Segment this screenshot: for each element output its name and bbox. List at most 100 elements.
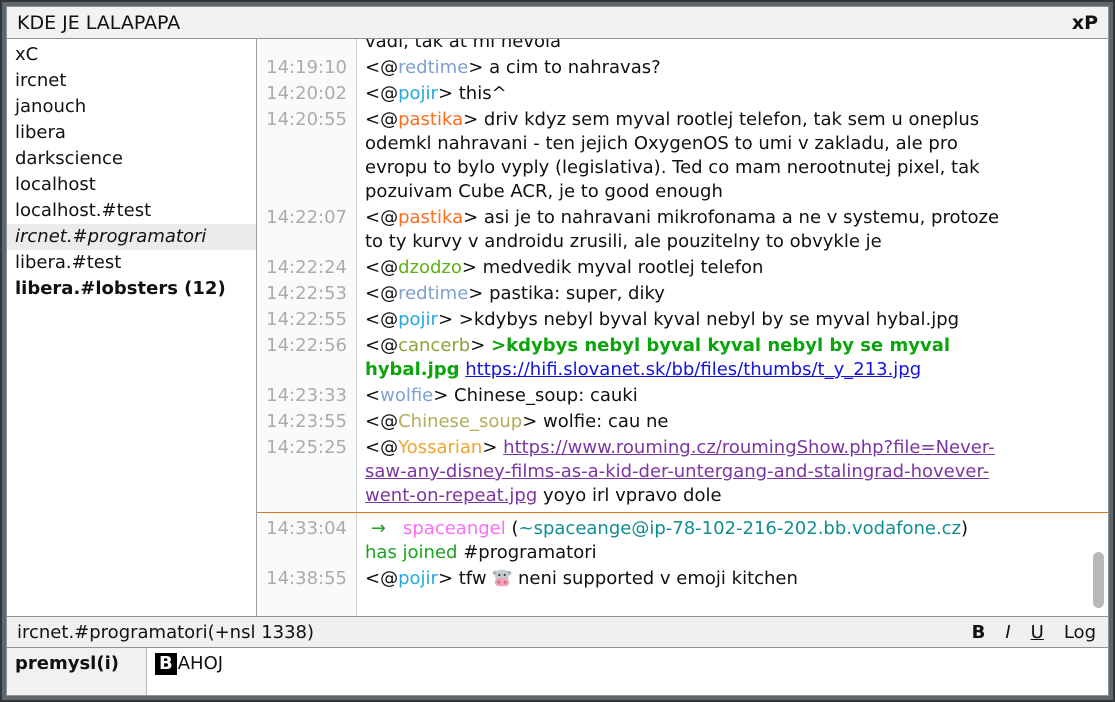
- channel-item-ircnet[interactable]: ircnet: [7, 68, 256, 94]
- message-body: → spaceangel (~spaceange@ip-78-102-216-2…: [357, 517, 1108, 565]
- timestamp: 14:38:55: [257, 567, 357, 591]
- message-text: #programatori: [457, 542, 596, 563]
- scrollbar-thumb[interactable]: [1093, 552, 1104, 608]
- message-text: ): [961, 518, 968, 539]
- message-input[interactable]: BAHOJ: [147, 648, 1108, 695]
- message-body: <@pojir> >kdybys nebyl byval kyval nebyl…: [357, 308, 1108, 332]
- bold-control-char: B: [155, 653, 177, 675]
- message-body: <@redtime> a cim to nahravas?: [357, 56, 1108, 80]
- nick-cancerb: cancerb: [398, 335, 470, 356]
- timestamp: 14:33:04: [257, 517, 357, 565]
- irc-client-window: KDE JE LALAPAPA xP xCircnetjanouchlibera…: [6, 6, 1109, 696]
- message-body: <@cancerb> >kdybys nebyl byval kyval neb…: [357, 334, 1108, 382]
- chat-message: 14:22:24<@dzodzo> medvedik myval rootlej…: [257, 256, 1108, 280]
- message-body: <@pastika> asi je to nahravani mikrofona…: [357, 206, 1108, 254]
- timestamp: 14:22:24: [257, 256, 357, 280]
- input-text: AHOJ: [178, 653, 223, 674]
- message-text: >: [470, 335, 491, 356]
- link-rouming[interactable]: saw-any-disney-films-as-a-kid-der-unterg…: [365, 461, 989, 482]
- nick-dzodzo: dzodzo: [398, 257, 462, 278]
- join-arrow-icon: →: [371, 518, 386, 539]
- channel-item-localhost[interactable]: localhost: [7, 172, 256, 198]
- nick-label: premysl(i): [7, 648, 147, 695]
- message-text: > >kdybys nebyl byval kyval nebyl by se …: [438, 309, 959, 330]
- timestamp: 14:20:02: [257, 82, 357, 106]
- channel-item-janouch[interactable]: janouch: [7, 94, 256, 120]
- message-text: to ty kurvy v androidu zrusili, ale pouz…: [365, 231, 882, 252]
- timestamp: 14:25:25: [257, 436, 357, 508]
- message-text: > driv kdyz sem myval rootlej telefon, t…: [463, 109, 979, 130]
- channel-item-xc[interactable]: xC: [7, 42, 256, 68]
- message-text: <@: [365, 568, 398, 589]
- message-text: >: [482, 437, 503, 458]
- chat-message: 14:38:55<@pojir> tfw neni supported v em…: [257, 567, 1108, 591]
- message-text: > this^: [438, 83, 507, 104]
- timestamp: 14:22:55: [257, 308, 357, 332]
- message-text: > medvedik myval rootlej telefon: [462, 257, 764, 278]
- message-body: <@pojir> tfw neni supported v emoji kitc…: [357, 567, 1108, 591]
- timestamp: 14:23:33: [257, 384, 357, 408]
- nick-yossarian: Yossarian: [398, 437, 482, 458]
- channel-item-darkscience[interactable]: darkscience: [7, 146, 256, 172]
- timestamp: 14:20:55: [257, 108, 357, 204]
- message-text: <@: [365, 257, 398, 278]
- nick-pojir: pojir: [398, 83, 438, 104]
- chat-message: 14:22:55<@pojir> >kdybys nebyl byval kyv…: [257, 308, 1108, 332]
- format-bold-button[interactable]: B: [972, 622, 986, 643]
- window-frame: KDE JE LALAPAPA xP xCircnetjanouchlibera…: [0, 0, 1115, 702]
- chat-message: 14:22:07<@pastika> asi je to nahravani m…: [257, 206, 1108, 254]
- format-italic-button[interactable]: I: [1005, 622, 1010, 643]
- nick-redtime: redtime: [398, 283, 468, 304]
- message-text: <@: [365, 335, 398, 356]
- message-text: <@: [365, 109, 398, 130]
- main-area: xCircnetjanouchliberadarksciencelocalhos…: [7, 39, 1108, 616]
- close-button[interactable]: xP: [1072, 12, 1098, 34]
- link-hifi-slovanet[interactable]: https://hifi.slovanet.sk/bb/files/thumbs…: [465, 359, 921, 380]
- message-text: <@: [365, 309, 398, 330]
- chat-message: 14:22:53<@redtime> pastika: super, diky: [257, 282, 1108, 306]
- message-text: > pastika: super, diky: [468, 283, 665, 304]
- message-body: <@Chinese_soup> wolfie: cau ne: [357, 410, 1108, 434]
- status-bar: ircnet.#programatori(+nsl 1338) BIULog: [7, 616, 1108, 647]
- window-title: KDE JE LALAPAPA: [17, 12, 1072, 34]
- message-body: <@redtime> pastika: super, diky: [357, 282, 1108, 306]
- message-body: <@pojir> this^: [357, 82, 1108, 106]
- unread-marker: [257, 512, 1108, 513]
- message-text: (: [506, 518, 519, 539]
- message-text: >kdybys nebyl byval kyval nebyl by se my…: [491, 335, 950, 356]
- format-underline-button[interactable]: U: [1031, 622, 1044, 643]
- channel-item-localhost-test[interactable]: localhost.#test: [7, 198, 256, 224]
- timestamp: 14:23:55: [257, 410, 357, 434]
- channel-item-libera-test[interactable]: libera.#test: [7, 250, 256, 276]
- message-body: <@Yossarian> https://www.rouming.cz/roum…: [357, 436, 1108, 508]
- nick-pastika: pastika: [398, 109, 463, 130]
- message-text: <@: [365, 207, 398, 228]
- cow-face-emoji: [492, 568, 512, 588]
- message-body: <wolfie> Chinese_soup: cauki: [357, 384, 1108, 408]
- log-button[interactable]: Log: [1064, 622, 1096, 643]
- message-text: > asi je to nahravani mikrofonama a ne v…: [463, 207, 999, 228]
- message-text: <@: [365, 411, 398, 432]
- message-body: <@dzodzo> medvedik myval rootlej telefon: [357, 256, 1108, 280]
- link-rouming[interactable]: went-on-repeat.jpg: [365, 485, 537, 506]
- message-text: > wolfie: cau ne: [522, 411, 668, 432]
- chat-message: 14:23:33<wolfie> Chinese_soup: cauki: [257, 384, 1108, 408]
- message-text: has joined: [365, 542, 457, 563]
- timestamp: 14:22:53: [257, 282, 357, 306]
- message-text: pozuivam Cube ACR, je to good enough: [365, 181, 723, 202]
- channel-item-libera[interactable]: libera: [7, 120, 256, 146]
- message-text: <@: [365, 83, 398, 104]
- nick-redtime: redtime: [398, 57, 468, 78]
- channel-item-libera-lobsters-12-[interactable]: libera.#lobsters (12): [7, 276, 256, 302]
- message-text: <@: [365, 437, 398, 458]
- timestamp: 14:22:07: [257, 206, 357, 254]
- hostmask: ~spaceange@ip-78-102-216-202.bb.vodafone…: [519, 518, 962, 539]
- timestamp: 14:22:56: [257, 334, 357, 382]
- message-text: <: [365, 385, 380, 406]
- nick-pastika: pastika: [398, 207, 463, 228]
- message-text: > a cim to nahravas?: [468, 57, 660, 78]
- message-text: evropu to bylo vyply (legislativa). Ted …: [365, 157, 980, 178]
- message-text: yoyo irl vpravo dole: [537, 485, 721, 506]
- channel-item-ircnet-programatori[interactable]: ircnet.#programatori: [7, 224, 256, 250]
- link-rouming[interactable]: https://www.rouming.cz/roumingShow.php?f…: [503, 437, 994, 458]
